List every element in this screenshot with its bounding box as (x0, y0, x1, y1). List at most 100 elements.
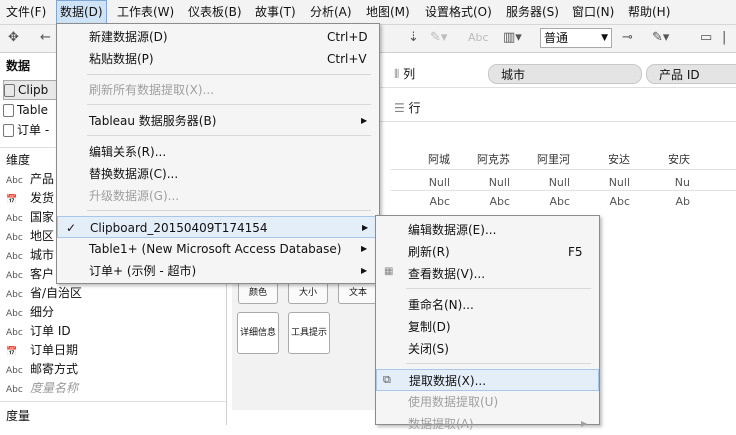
menu-window[interactable]: 窗口(N) (572, 0, 614, 24)
dimension-field[interactable]: 📅 发货 (6, 189, 54, 208)
highlight-icon[interactable]: ✎▾ (430, 29, 447, 47)
dimension-field[interactable]: Abc 省/自治区 (6, 284, 82, 303)
submenu-item[interactable]: 数据提取(A) ▶ (376, 413, 599, 435)
marks-tooltip-button[interactable]: 工具提示 (288, 312, 330, 354)
rows-label-text: 行 (408, 101, 421, 115)
dimension-field[interactable]: Abc 客户 (6, 265, 54, 284)
menu-data[interactable]: 数据(D) (56, 0, 107, 24)
marks-text-button[interactable]: 文本 (338, 282, 378, 304)
menu-help[interactable]: 帮助(H) (628, 0, 670, 24)
rows-icon: ☰ (394, 101, 409, 115)
menu-worksheet[interactable]: 工作表(W) (117, 0, 174, 24)
submenu-item[interactable]: 复制(D) (376, 316, 599, 338)
menu-separator (406, 288, 591, 289)
marks-detail-button[interactable]: 详细信息 (237, 312, 279, 354)
column-header[interactable]: 阿里河 (510, 151, 570, 167)
submenu-item[interactable]: 刷新(R) F5 (376, 241, 599, 263)
pill-city[interactable]: 城市 (488, 64, 642, 84)
menu-item-label: 刷新所有数据提取(X)... (89, 83, 215, 97)
sort-descending-icon[interactable]: ⇣ (408, 29, 419, 47)
data-menu-item[interactable]: 刷新所有数据提取(X)... (57, 79, 379, 101)
move-icon[interactable]: ✥ (8, 29, 19, 47)
dimension-field[interactable]: Abc 国家 (6, 208, 54, 227)
datasource-submenu: 编辑数据源(E)... 刷新(R) F5 查看数据(V)... 重命名(N)... 复制(… (375, 215, 600, 431)
data-source-orders[interactable]: 订单 - (3, 121, 49, 139)
extract-icon: ⧉ (383, 373, 391, 386)
menu-bar: 文件(F) 数据(D) 工作表(W) 仪表板(B) 故事(T) 分析(A) 地图… (0, 0, 736, 25)
menu-map[interactable]: 地图(M) (366, 0, 410, 24)
menu-separator (406, 363, 591, 364)
data-menu-item[interactable]: 订单+ (示例 - 超市) ▶ (57, 260, 379, 282)
dimension-field[interactable]: Abc 订单 ID (6, 322, 71, 341)
menu-server[interactable]: 服务器(S) (506, 0, 559, 24)
menu-story[interactable]: 故事(T) (255, 0, 296, 24)
dimension-field[interactable]: Abc 地区 (6, 227, 54, 246)
more-icon[interactable]: | (722, 29, 726, 47)
data-source-table[interactable]: Table (3, 101, 48, 119)
field-name: 细分 (30, 305, 55, 319)
menu-file[interactable]: 文件(F) (6, 0, 46, 24)
columns-shelf[interactable]: ⦀ 列 城市 产品 ID (380, 59, 736, 88)
rows-shelf[interactable]: ☰ 行 (380, 93, 736, 122)
menu-analysis[interactable]: 分析(A) (310, 0, 352, 24)
menu-separator (87, 74, 371, 75)
column-header[interactable]: 安庆 (630, 151, 690, 167)
submenu-arrow-icon: ▶ (361, 116, 368, 125)
dimension-field[interactable]: Abc 细分 (6, 303, 54, 322)
annotate-icon[interactable]: ✎▾ (652, 29, 669, 47)
show-me-icon[interactable]: ▥▾ (503, 29, 522, 47)
fit-select[interactable]: 普通 ▼ (540, 28, 612, 48)
menu-separator (87, 104, 371, 105)
data-menu-item[interactable]: 编辑关系(R)... (57, 141, 379, 163)
field-name: 地区 (30, 229, 55, 243)
field-name: 订单 ID (30, 324, 71, 338)
data-menu-item[interactable]: 新建数据源(D) Ctrl+D (57, 26, 379, 48)
data-menu-item[interactable]: 粘贴数据(P) Ctrl+V (57, 48, 379, 70)
submenu-item[interactable]: 关闭(S) (376, 338, 599, 360)
data-menu: 新建数据源(D) Ctrl+D 粘贴数据(P) Ctrl+V 刷新所有数据提取(X)..… (56, 23, 380, 284)
columns-shelf-label: ⦀ 列 (394, 65, 415, 82)
marks-color-button[interactable]: 颜色 (238, 282, 278, 304)
menu-dashboard[interactable]: 仪表板(B) (188, 0, 242, 24)
column-header[interactable]: 阿克苏 (450, 151, 510, 167)
show-labels-icon[interactable]: Abc (468, 29, 489, 47)
data-menu-item[interactable]: 替换数据源(C)... (57, 163, 379, 185)
menu-item-label: 编辑数据源(E)... (408, 223, 497, 237)
submenu-item[interactable]: 提取数据(X)... (376, 369, 599, 391)
pin-icon[interactable]: ⊸ (622, 29, 633, 47)
dimension-field[interactable]: Abc 邮寄方式 (6, 360, 78, 379)
submenu-item[interactable]: 查看数据(V)... (376, 263, 599, 285)
dimensions-title: 维度 (6, 153, 31, 167)
submenu-item[interactable]: 使用数据提取(U) (376, 391, 599, 413)
data-menu-item[interactable]: Table1+ (New Microsoft Access Database) ▶ (57, 238, 379, 260)
field-name: 城市 (30, 248, 55, 262)
back-arrow-icon[interactable]: ← (40, 29, 51, 47)
menu-item-label: 粘贴数据(P) (89, 52, 154, 66)
table-cell: Abc (609, 195, 630, 208)
menu-format[interactable]: 设置格式(O) (425, 0, 492, 24)
menu-item-label: 编辑关系(R)... (89, 145, 167, 159)
column-header[interactable]: 阿城 (390, 151, 450, 167)
menu-separator (87, 135, 371, 136)
table-cell: Null (608, 176, 630, 189)
dimension-field[interactable]: Abc 产品 (6, 170, 54, 189)
data-menu-item[interactable]: 升级数据源(G)... (57, 185, 379, 207)
pill-product-id[interactable]: 产品 ID (646, 64, 736, 84)
submenu-item[interactable]: 重命名(N)... (376, 294, 599, 316)
table-cell: Abc (489, 195, 510, 208)
data-source-label: Clipb (18, 83, 49, 97)
menu-shortcut: Ctrl+V (327, 52, 367, 66)
menu-item-label: 提取数据(X)... (409, 374, 487, 388)
dimension-field[interactable]: 📅 订单日期 (6, 341, 78, 360)
presentation-icon[interactable]: ▭ (700, 29, 712, 47)
data-menu-item[interactable]: ✓ Clipboard_20150409T174154 ▶ (57, 216, 379, 238)
column-header[interactable]: 安达 (570, 151, 630, 167)
marks-size-button[interactable]: 大小 (288, 282, 328, 304)
submenu-item[interactable]: 编辑数据源(E)... (376, 219, 599, 241)
shelf-area: ⦀ 列 城市 产品 ID ☰ 行 (380, 53, 736, 123)
menu-item-label: 升级数据源(G)... (89, 189, 180, 203)
dimension-field[interactable]: Abc 城市 (6, 246, 54, 265)
menu-separator (87, 210, 371, 211)
data-menu-item[interactable]: Tableau 数据服务器(B) ▶ (57, 110, 379, 132)
dimension-field[interactable]: Abc 度量名称 (6, 379, 78, 398)
